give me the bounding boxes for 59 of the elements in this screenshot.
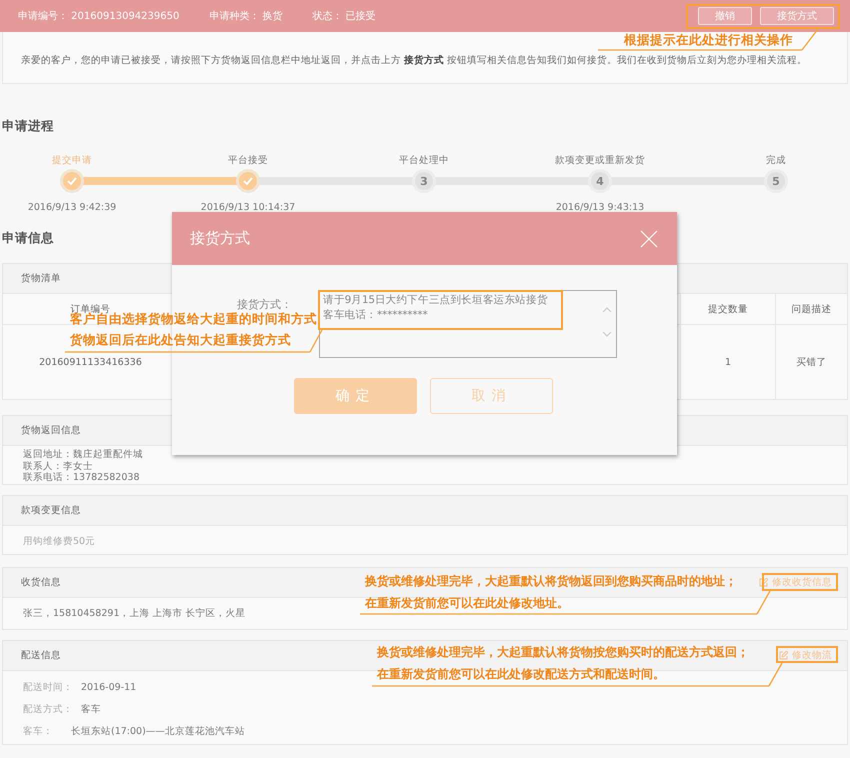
step-label: 完成	[766, 154, 786, 168]
step-time: 2016/9/13 9:42:39	[28, 201, 116, 215]
field-label: 客车：	[23, 724, 54, 738]
check-icon	[67, 177, 77, 185]
edit-button[interactable]: 修改物流	[776, 648, 835, 664]
callout-text: 换货或维修处理完毕，大起重默认将货物按您购买时的配送方式返回；	[377, 644, 749, 660]
callout-frame-overlay	[776, 646, 838, 663]
section-title: 申请进程	[2, 118, 55, 134]
header-button[interactable]: 撤销	[698, 7, 752, 25]
callout-text: 在重新发货前您可以在此处修改地址。	[365, 595, 569, 611]
header-field: 状态： 已接受	[312, 9, 376, 23]
header-field: 申请种类： 换货	[209, 9, 283, 23]
notice-text: 亲爱的客户，您的申请已被接受，请按照下方货物返回信息栏中地址返回，并点击上方 接货方式 按钮填写相关信息告知我们如何接货。我们在收到货物后立刻为您办理相关流程。	[21, 54, 808, 67]
edit-icon	[779, 651, 788, 660]
field-label: 配送方式：	[23, 702, 73, 716]
panel-title: 货物返回信息	[21, 424, 81, 437]
step-number: 3	[412, 169, 436, 193]
table-cell: 1	[724, 357, 732, 368]
panel-title: 收货信息	[21, 576, 61, 589]
info-line: 用钩维修费50元	[23, 534, 96, 548]
header-field: 申请编号： 20160913094239650	[18, 9, 180, 23]
check-icon	[243, 177, 253, 185]
edit-button[interactable]: 修改收货信息	[756, 574, 835, 590]
info-line: 联系人：李女士	[23, 460, 93, 472]
step-label: 提交申请	[52, 154, 92, 168]
section-title: 申请信息	[2, 230, 54, 246]
confirm-button[interactable]: 确定	[294, 378, 417, 414]
table-cell: 20160911133416336	[39, 357, 142, 368]
field-value: 客车	[81, 702, 101, 716]
info-line: 返回地址：魏庄起重配件城	[23, 449, 143, 460]
panel-title: 配送信息	[21, 649, 61, 662]
step-label: 平台处理中	[399, 154, 449, 168]
panel-title: 货物清单	[21, 272, 61, 285]
callout-text: 根据提示在此处进行相关操作	[624, 32, 793, 48]
step-number: 5	[764, 169, 788, 193]
field-value: 2016-09-11	[81, 682, 136, 692]
step-label: 平台接受	[228, 154, 268, 168]
step-time: 2016/9/13 10:14:37	[200, 201, 296, 215]
step-number: 4	[588, 169, 612, 193]
step-label: 款项变更或重新发货	[555, 154, 645, 168]
close-icon	[639, 228, 659, 248]
callout-text: 货物返回后在此处告知大起重接货方式	[70, 332, 291, 348]
field-label: 配送时间：	[23, 680, 73, 694]
cancel-button[interactable]: 取消	[430, 378, 553, 414]
callout-text: 在重新发货前您可以在此处修改配送方式和配送时间。	[377, 666, 665, 682]
address-text: 张三，15810458291，上海 上海市 长宁区，火星	[23, 606, 246, 620]
info-line: 联系电话：13782582038	[23, 472, 140, 484]
field-value: 长垣东站(17:00)——北京莲花池汽车站	[71, 724, 245, 738]
panel-title: 款项变更信息	[21, 504, 81, 517]
column-header: 提交数量	[680, 294, 775, 325]
step-time: 2016/9/13 9:43:13	[556, 201, 644, 215]
dialog-title: 接货方式	[190, 229, 250, 248]
callout-text: 换货或维修处理完毕，大起重默认将货物返回到您购买商品时的地址；	[365, 573, 737, 589]
edit-icon	[759, 578, 768, 587]
table-cell: 买错了	[796, 356, 826, 369]
header-button[interactable]: 接货方式	[760, 7, 834, 25]
column-header: 问题描述	[775, 294, 847, 325]
close-button[interactable]	[639, 228, 659, 248]
field-label: 接货方式：	[237, 298, 293, 312]
